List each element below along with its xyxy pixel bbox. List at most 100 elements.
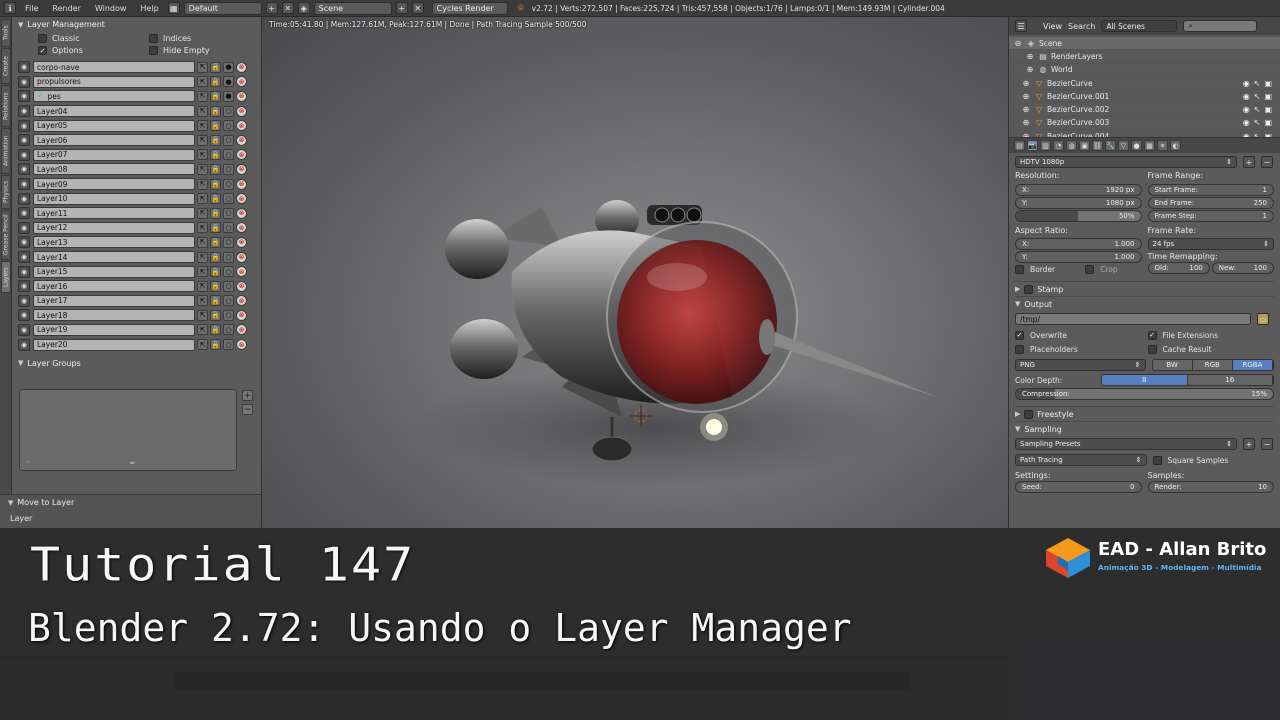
depth-8-button[interactable]: 8: [1102, 375, 1188, 385]
collapse-triangle-icon[interactable]: ▼: [1015, 425, 1020, 433]
sampling-presets-select[interactable]: Sampling Presets ⇕: [1015, 438, 1237, 450]
wire-icon[interactable]: ○: [223, 149, 234, 161]
indices-checkbox[interactable]: [149, 34, 158, 43]
delete-icon[interactable]: ⊗: [236, 193, 247, 205]
tab-create[interactable]: Create: [1, 48, 11, 84]
object-tab-icon[interactable]: ▣: [1079, 140, 1090, 151]
layer-groups-list[interactable]: ◦ ═: [19, 389, 237, 471]
eye-icon[interactable]: ◉: [18, 207, 30, 220]
select-icon[interactable]: ⇱: [197, 163, 208, 175]
wire-icon[interactable]: ○: [223, 178, 234, 190]
layer-row[interactable]: ◉ ✓ pes ⇱ 🔒 ● ⊗: [14, 89, 260, 104]
screen-layout-icon[interactable]: ▦: [167, 2, 180, 14]
options-option[interactable]: ✓ Options: [38, 46, 149, 55]
layer-row[interactable]: ◉ Layer18 ⇱ 🔒 ○ ⊗: [14, 308, 260, 323]
add-sampling-preset-button[interactable]: +: [1243, 438, 1255, 450]
render-camera-icon[interactable]: ▣: [1264, 92, 1272, 101]
wire-icon[interactable]: ○: [223, 120, 234, 132]
expand-toggle-icon[interactable]: ⊕: [1025, 51, 1035, 61]
lock-icon[interactable]: 🔒: [210, 76, 221, 88]
classic-option[interactable]: Classic: [38, 34, 149, 43]
layer-groups-header[interactable]: ▼ Layer Groups: [14, 356, 260, 371]
layer-name-field[interactable]: Layer09: [33, 178, 195, 191]
render-samples-field[interactable]: Render: 10: [1147, 481, 1274, 493]
remap-old-field[interactable]: Old: 100: [1147, 262, 1210, 274]
select-icon[interactable]: ⇱: [197, 90, 208, 102]
layer-name-field[interactable]: Layer06: [33, 134, 195, 147]
layer-row[interactable]: ◉ propulsores ⇱ 🔒 ● ⊗: [14, 75, 260, 90]
lock-icon[interactable]: 🔒: [210, 236, 221, 248]
layer-name-field[interactable]: Layer17: [33, 294, 195, 307]
border-checkbox[interactable]: [1015, 264, 1024, 274]
select-icon[interactable]: ⇱: [197, 266, 208, 278]
render-engine-select[interactable]: Cycles Render: [431, 1, 508, 15]
select-icon[interactable]: ⇱: [197, 178, 208, 190]
wire-icon[interactable]: ○: [223, 236, 234, 248]
delete-icon[interactable]: ⊗: [236, 134, 247, 146]
add-layout-icon[interactable]: +: [265, 2, 278, 14]
select-icon[interactable]: ⇱: [197, 309, 208, 321]
color-rgba-button[interactable]: RGBA: [1232, 360, 1274, 370]
select-icon[interactable]: ⇱: [197, 134, 208, 146]
eye-icon[interactable]: ◉: [18, 251, 30, 264]
delete-icon[interactable]: ⊗: [236, 280, 247, 292]
resize-handle-icon[interactable]: ◦: [26, 459, 30, 466]
delete-icon[interactable]: ⊗: [236, 61, 247, 73]
frame-rate-select[interactable]: 24 fps ⇕: [1147, 238, 1274, 250]
eye-icon[interactable]: ◉: [18, 61, 30, 74]
delete-icon[interactable]: ⊗: [236, 309, 247, 321]
tab-grease-pencil[interactable]: Grease Pencil: [1, 210, 11, 260]
expand-toggle-icon[interactable]: ⊕: [1021, 118, 1031, 128]
indices-option[interactable]: Indices: [149, 34, 260, 43]
delete-icon[interactable]: ⊗: [236, 178, 247, 190]
delete-icon[interactable]: ⊗: [236, 207, 247, 219]
eye-icon[interactable]: ◉: [18, 90, 30, 103]
menu-render[interactable]: Render: [47, 4, 85, 13]
select-icon[interactable]: ⇱: [197, 193, 208, 205]
layer-name-field[interactable]: Layer05: [33, 119, 195, 132]
tab-animation[interactable]: Animation: [1, 128, 11, 174]
wire-icon[interactable]: ○: [223, 309, 234, 321]
add-group-button[interactable]: +: [242, 390, 253, 401]
lock-icon[interactable]: 🔒: [210, 295, 221, 307]
wire-icon[interactable]: ○: [223, 280, 234, 292]
select-icon[interactable]: ⇱: [197, 280, 208, 292]
layer-name-field[interactable]: Layer08: [33, 163, 195, 176]
wire-icon[interactable]: ○: [223, 251, 234, 263]
remove-scene-icon[interactable]: ✕: [411, 2, 424, 14]
select-arrow-icon[interactable]: ↖: [1254, 118, 1261, 127]
outliner-row[interactable]: ⊕ ▽ BezierCurve.001 ◉ ↖ ▣: [1009, 90, 1280, 104]
tab-physics[interactable]: Physics: [1, 175, 11, 209]
placeholders-checkbox[interactable]: [1015, 344, 1024, 354]
eye-icon[interactable]: ◉: [18, 75, 30, 88]
layer-row[interactable]: ◉ Layer11 ⇱ 🔒 ○ ⊗: [14, 206, 260, 221]
select-icon[interactable]: ⇱: [197, 295, 208, 307]
lock-icon[interactable]: 🔒: [210, 207, 221, 219]
lock-icon[interactable]: 🔒: [210, 193, 221, 205]
folder-icon[interactable]: ▭: [1257, 313, 1269, 325]
square-samples-checkbox[interactable]: [1152, 455, 1162, 465]
select-icon[interactable]: ⇱: [197, 149, 208, 161]
lock-icon[interactable]: 🔒: [210, 120, 221, 132]
select-icon[interactable]: ⇱: [197, 105, 208, 117]
render-tab-icon[interactable]: 📷: [1027, 140, 1038, 151]
start-frame-field[interactable]: Start Frame: 1: [1147, 184, 1274, 196]
resolution-x-field[interactable]: X: 1920 px: [1015, 184, 1142, 196]
select-icon[interactable]: ⇱: [197, 236, 208, 248]
remap-new-field[interactable]: New: 100: [1211, 262, 1274, 274]
layer-name-field[interactable]: Layer11: [33, 207, 195, 220]
outliner-row[interactable]: ⊕ ▽ BezierCurve ◉ ↖ ▣: [1009, 77, 1280, 91]
expand-triangle-icon[interactable]: ▶: [1015, 410, 1020, 418]
delete-icon[interactable]: ⊗: [236, 236, 247, 248]
select-arrow-icon[interactable]: ↖: [1254, 105, 1261, 114]
layer-name-field[interactable]: Layer12: [33, 221, 195, 234]
remove-preset-button[interactable]: −: [1261, 156, 1273, 168]
move-to-layer-header[interactable]: ▼ Move to Layer: [0, 495, 261, 510]
properties-editor-icon[interactable]: ▤: [1014, 140, 1025, 151]
layer-row[interactable]: ◉ Layer15 ⇱ 🔒 ○ ⊗: [14, 264, 260, 279]
add-scene-icon[interactable]: +: [395, 2, 408, 14]
delete-icon[interactable]: ⊗: [236, 105, 247, 117]
lock-icon[interactable]: 🔒: [210, 251, 221, 263]
aspect-x-field[interactable]: X: 1.000: [1015, 238, 1142, 250]
wire-icon[interactable]: ○: [223, 207, 234, 219]
